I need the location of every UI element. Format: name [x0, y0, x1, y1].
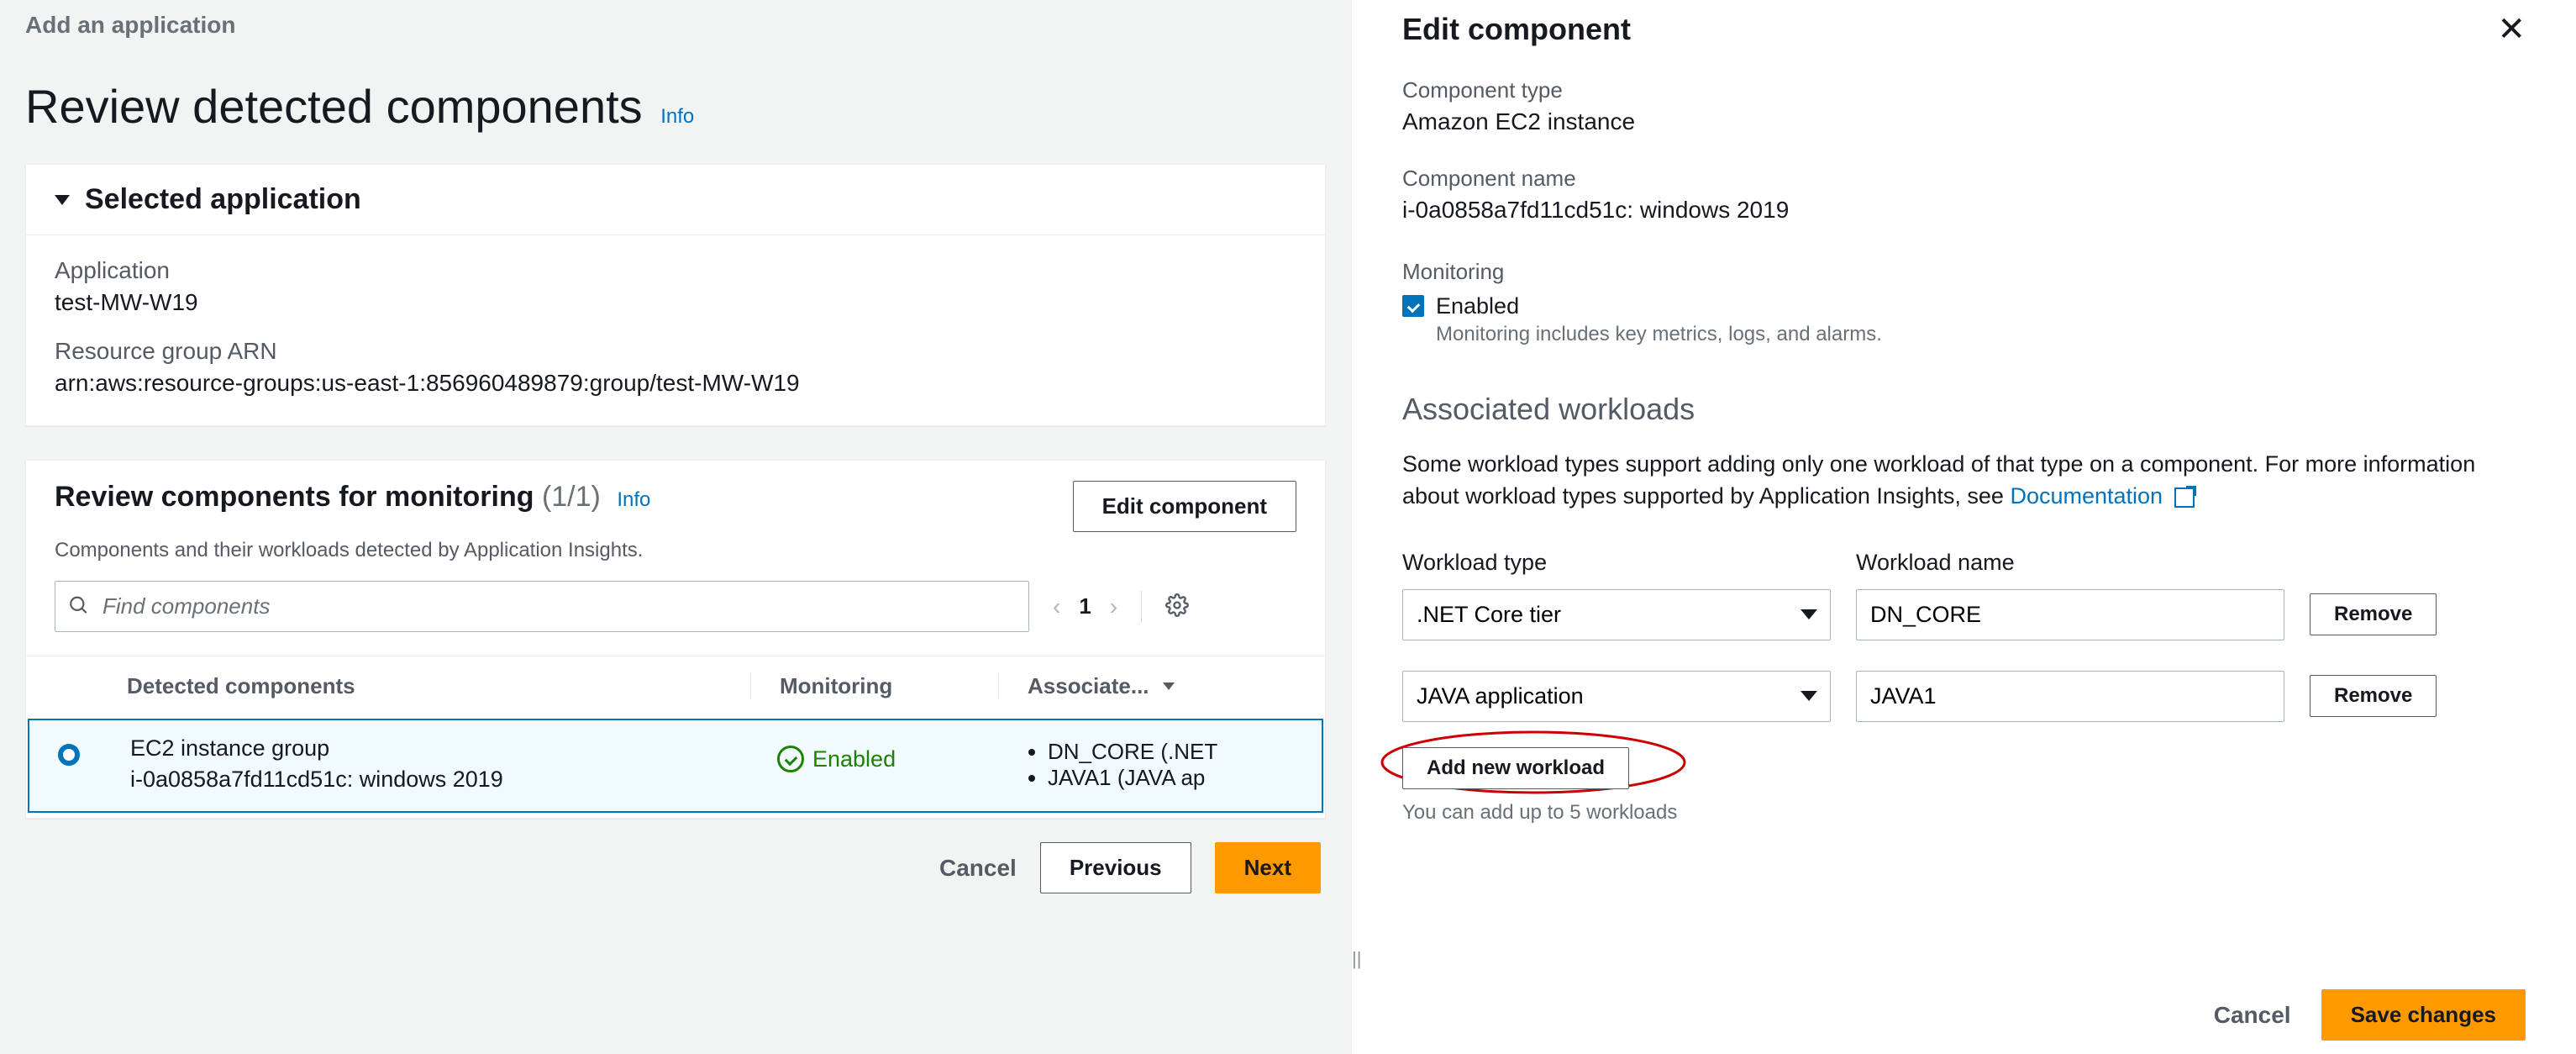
resource-group-arn-label: Resource group ARN	[55, 338, 1296, 365]
workload-type-select[interactable]	[1402, 671, 1831, 722]
selected-application-header[interactable]: Selected application	[26, 165, 1325, 235]
component-name-value: i-0a0858a7fd11cd51c: windows 2019	[1402, 197, 2526, 224]
monitoring-status: Enabled	[812, 746, 896, 772]
page-title-text: Review detected components	[25, 80, 643, 133]
save-changes-button[interactable]: Save changes	[2321, 989, 2526, 1041]
previous-button[interactable]: Previous	[1040, 842, 1191, 893]
page-title: Review detected components Info	[25, 79, 1326, 134]
find-components-input[interactable]	[55, 581, 1029, 632]
workload-type-label: Workload type	[1402, 550, 1831, 576]
add-workload-hint: You can add up to 5 workloads	[1402, 801, 2526, 825]
gear-icon[interactable]	[1165, 593, 1189, 619]
component-type-value: Amazon EC2 instance	[1402, 108, 2526, 135]
review-components-title: Review components for monitoring (1/1)	[55, 481, 608, 513]
workload-name-input[interactable]	[1856, 589, 2284, 640]
col-detected-components[interactable]: Detected components	[127, 673, 751, 699]
page-number: 1	[1079, 593, 1091, 619]
selected-application-title: Selected application	[85, 183, 361, 216]
monitoring-hint: Monitoring includes key metrics, logs, a…	[1436, 323, 1882, 346]
caret-down-icon	[55, 195, 70, 205]
workload-row: Remove	[1402, 671, 2526, 722]
remove-workload-button[interactable]: Remove	[2310, 675, 2437, 717]
monitoring-enabled-label: Enabled	[1436, 293, 1882, 319]
review-components-info-link[interactable]: Info	[617, 488, 650, 511]
add-new-workload-button[interactable]: Add new workload	[1402, 747, 1629, 789]
monitoring-label: Monitoring	[1402, 259, 2526, 285]
edit-component-title: Edit component	[1402, 12, 1631, 47]
review-components-subtitle: Components and their workloads detected …	[26, 539, 1325, 581]
component-name: EC2 instance group	[130, 735, 749, 762]
review-components-panel: Review components for monitoring (1/1) I…	[25, 460, 1326, 819]
components-count: (1/1)	[542, 481, 601, 513]
application-label: Application	[55, 257, 1296, 284]
component-type-label: Component type	[1402, 77, 2526, 103]
next-page-icon[interactable]: ›	[1110, 593, 1117, 620]
workload-entry: DN_CORE (.NET	[1048, 739, 1293, 765]
workload-type-select[interactable]	[1402, 589, 1831, 640]
pagination: ‹ 1 ›	[1053, 593, 1117, 620]
workload-row: Remove	[1402, 589, 2526, 640]
col-associated-workloads[interactable]: Associate...	[999, 673, 1296, 699]
associated-workloads-heading: Associated workloads	[1402, 392, 2526, 427]
remove-workload-button[interactable]: Remove	[2310, 593, 2437, 635]
prev-page-icon[interactable]: ‹	[1053, 593, 1060, 620]
row-radio[interactable]	[58, 735, 130, 766]
application-value: test-MW-W19	[55, 289, 1296, 316]
documentation-link[interactable]: Documentation	[2010, 483, 2163, 509]
resource-group-arn-value: arn:aws:resource-groups:us-east-1:856960…	[55, 370, 1296, 397]
close-icon[interactable]: ✕	[2497, 13, 2526, 46]
external-link-icon	[2174, 487, 2195, 508]
breadcrumb: Add an application	[0, 0, 1351, 39]
components-table-header: Detected components Monitoring Associate…	[26, 656, 1325, 715]
status-enabled-icon	[777, 746, 804, 772]
workload-name-input[interactable]	[1856, 671, 2284, 722]
edit-component-button[interactable]: Edit component	[1073, 481, 1296, 532]
component-name-label: Component name	[1402, 166, 2526, 192]
panel-drag-handle-icon[interactable]: ||	[1352, 948, 1361, 970]
cancel-button[interactable]: Cancel	[2214, 1002, 2291, 1029]
selected-application-panel: Selected application Application test-MW…	[25, 164, 1326, 426]
component-id: i-0a0858a7fd11cd51c: windows 2019	[130, 767, 749, 793]
col-monitoring[interactable]: Monitoring	[751, 673, 999, 699]
workload-entry: JAVA1 (JAVA ap	[1048, 765, 1293, 791]
cancel-button[interactable]: Cancel	[939, 855, 1017, 882]
next-button[interactable]: Next	[1215, 842, 1321, 893]
table-row[interactable]: EC2 instance group i-0a0858a7fd11cd51c: …	[28, 719, 1323, 813]
workload-name-label: Workload name	[1856, 550, 2284, 576]
search-icon	[68, 594, 90, 619]
sort-caret-icon	[1163, 682, 1175, 690]
monitoring-enabled-checkbox[interactable]	[1402, 295, 1424, 317]
associated-workloads-description: Some workload types support adding only …	[1402, 449, 2526, 513]
info-link[interactable]: Info	[660, 105, 694, 128]
toolbar-separator	[1141, 591, 1142, 623]
